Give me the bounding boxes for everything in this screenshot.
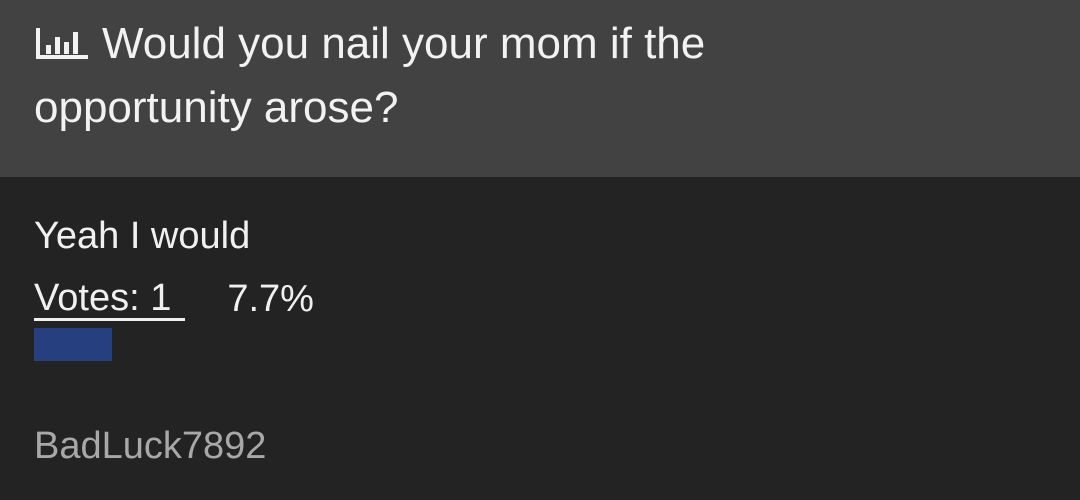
poll-option-label: Yeah I would [34,215,251,257]
poll-title: Would you nail your mom if the opportuni… [34,12,854,140]
bar-chart-icon [34,14,92,59]
vote-percentage: 7.7% [227,277,314,320]
result-progress-track [34,328,1046,361]
poll-card: Would you nail your mom if the opportuni… [0,0,1080,500]
poll-author: BadLuck7892 [34,425,267,467]
votes-link[interactable]: Votes: 1 [34,278,186,321]
poll-question-text: Would you nail your mom if the opportuni… [34,19,706,132]
poll-result-row: Votes: 1 7.7% [34,275,314,323]
poll-header: Would you nail your mom if the opportuni… [0,0,1080,177]
result-progress-fill [34,328,112,361]
